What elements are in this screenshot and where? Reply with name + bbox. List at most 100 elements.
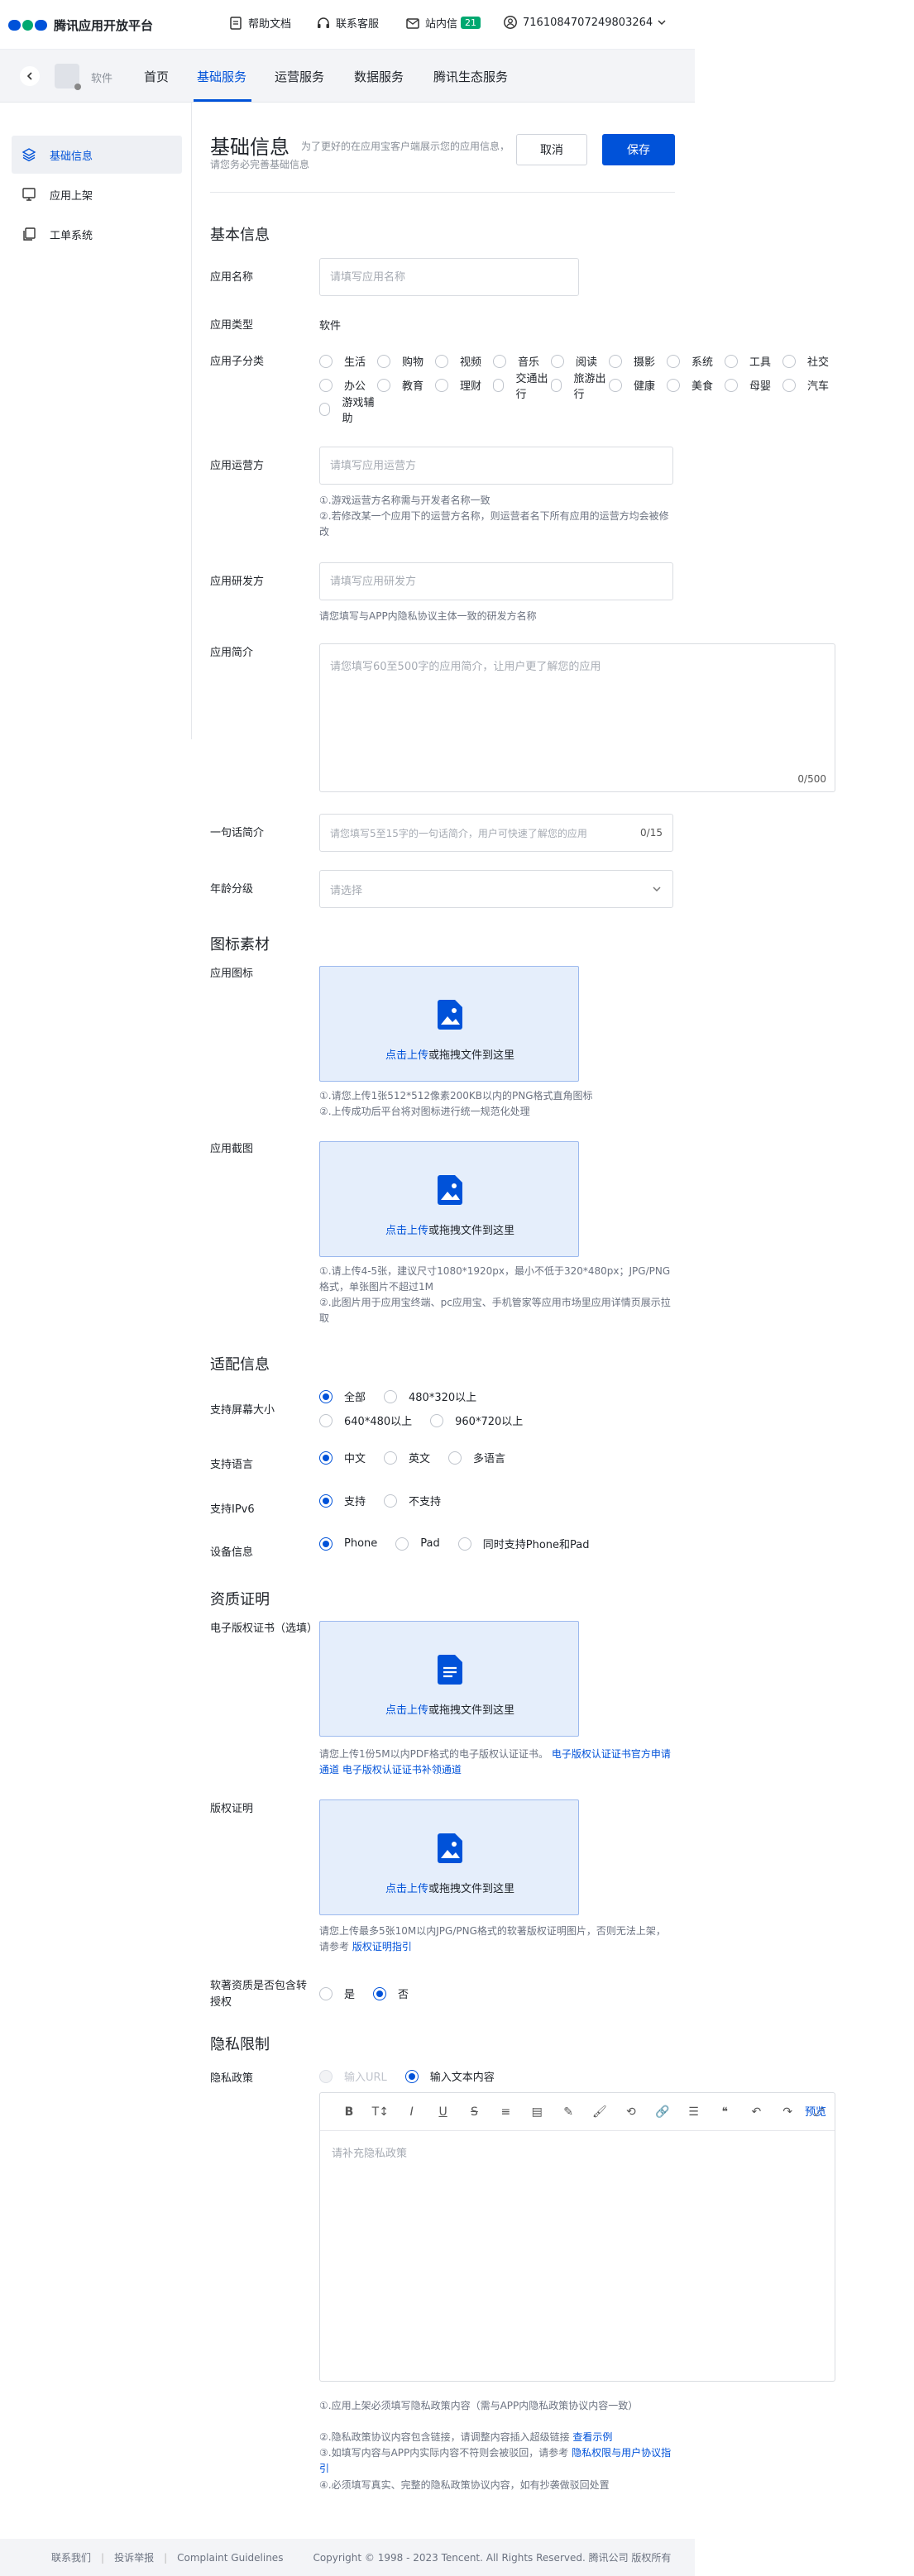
back-button[interactable] bbox=[20, 66, 40, 86]
privacy-editor[interactable]: B T↕ I U S ≡ ▤ ✎ 🖌 ⟲ 🔗 ☰ ❝ ↶ ↷ ⤢ 预览 请补充隐私政策 bbox=[319, 2092, 835, 2382]
upload-link[interactable]: 点击上传 bbox=[385, 1883, 428, 1895]
ecert-upload[interactable]: 点击上传或拖拽文件到这里 bbox=[319, 1621, 579, 1737]
tab-basic-services[interactable]: 基础服务 bbox=[197, 68, 246, 85]
undo-icon[interactable]: ↶ bbox=[740, 2102, 772, 2122]
view-example-link[interactable]: 查看示例 bbox=[572, 2431, 612, 2443]
age-rating-placeholder: 请选择 bbox=[330, 884, 363, 897]
help-docs-link[interactable]: 帮助文档 bbox=[228, 15, 291, 31]
report-link[interactable]: 投诉举报 bbox=[114, 2550, 154, 2564]
subcategory-option-label: 旅游出行 bbox=[573, 372, 606, 401]
screen-size-option[interactable]: 960*720以上 bbox=[430, 1408, 523, 1432]
subcategory-option[interactable]: 交通出行 bbox=[493, 373, 551, 401]
redo-icon[interactable]: ↷ bbox=[772, 2102, 803, 2122]
sidebar-item-ticket-system[interactable]: 工单系统 bbox=[12, 215, 182, 253]
contact-link[interactable]: 联系我们 bbox=[51, 2550, 91, 2564]
device-option-label: Pad bbox=[420, 1537, 440, 1550]
tab-operation-services[interactable]: 运营服务 bbox=[275, 68, 324, 85]
guidelines-link[interactable]: Complaint Guidelines bbox=[177, 2552, 283, 2564]
screen-size-option[interactable]: 全部 bbox=[319, 1384, 366, 1408]
subcategory-option[interactable]: 生活 bbox=[319, 349, 377, 373]
app-icon-upload[interactable]: 点击上传或拖拽文件到这里 bbox=[319, 966, 579, 1082]
copyright-hint: 请您上传最多5张10M以内JPG/PNG格式的软著版权证明图片，否则无法上架，请… bbox=[319, 1925, 666, 1952]
italic-icon[interactable]: I bbox=[396, 2102, 428, 2122]
font-size-icon[interactable]: T↕ bbox=[365, 2102, 396, 2122]
subcategory-option[interactable]: 健康 bbox=[609, 373, 667, 397]
page-subtitle: 为了更好的在应用宝客户端展示您的应用信息，请您务必完善基础信息 bbox=[210, 141, 510, 170]
account-menu[interactable]: 7161084707249803264 bbox=[503, 15, 672, 30]
device-option[interactable]: 同时支持Phone和Pad bbox=[457, 1532, 590, 1556]
age-rating-select[interactable]: 请选择 bbox=[319, 870, 673, 908]
sidebar-item-basic-info[interactable]: 基础信息 bbox=[12, 136, 182, 174]
screenshot-upload[interactable]: 点击上传或拖拽文件到这里 bbox=[319, 1141, 579, 1257]
subcategory-option[interactable]: 旅游出行 bbox=[551, 373, 609, 401]
align-icon[interactable]: ☰ bbox=[678, 2102, 710, 2122]
tab-home[interactable]: 首页 bbox=[144, 68, 169, 85]
subcategory-option[interactable]: 理财 bbox=[435, 373, 493, 397]
radio-circle-icon bbox=[395, 1537, 409, 1551]
logo[interactable]: 腾讯应用开放平台 bbox=[8, 17, 153, 34]
paint-brush-icon[interactable]: 🖌 bbox=[584, 2102, 615, 2122]
language-option[interactable]: 英文 bbox=[384, 1446, 430, 1470]
screen-size-option[interactable]: 480*320以上 bbox=[384, 1384, 476, 1408]
subcategory-option[interactable]: 教育 bbox=[377, 373, 435, 397]
bold-icon[interactable]: B bbox=[333, 2102, 365, 2122]
underline-icon[interactable]: U bbox=[428, 2102, 459, 2122]
list-icon[interactable]: ▤ bbox=[521, 2102, 553, 2122]
subcategory-option[interactable]: 购物 bbox=[377, 349, 435, 373]
device-option[interactable]: Pad bbox=[395, 1532, 440, 1556]
sublicense-option[interactable]: 否 bbox=[373, 1981, 409, 2005]
subcategory-option[interactable]: 游戏辅助 bbox=[319, 397, 377, 425]
copyright-upload[interactable]: 点击上传或拖拽文件到这里 bbox=[319, 1799, 579, 1915]
oneline-input[interactable]: 请您填写5至15字的一句话简介，用户可快速了解您的应用 0/15 bbox=[319, 814, 673, 852]
quote-icon[interactable]: ❝ bbox=[710, 2102, 741, 2122]
chevron-down-icon bbox=[653, 887, 661, 892]
editor-placeholder: 请补充隐私政策 bbox=[332, 2148, 408, 2160]
subcategory-option[interactable]: 社交 bbox=[782, 349, 840, 373]
operator-input[interactable] bbox=[319, 447, 673, 485]
subcategory-option[interactable]: 美食 bbox=[667, 373, 725, 397]
copyright-guide-link[interactable]: 版权证明指引 bbox=[352, 1941, 412, 1952]
screen-size-radio-group: 全部 480*320以上 640*480以上 960*720以上 bbox=[319, 1384, 601, 1432]
cancel-button[interactable]: 取消 bbox=[516, 134, 587, 165]
messages-link[interactable]: 站内信 21 bbox=[405, 15, 481, 31]
save-button[interactable]: 保存 bbox=[602, 134, 675, 165]
device-option[interactable]: Phone bbox=[319, 1532, 377, 1556]
privacy-mode-option[interactable]: 输入URL bbox=[319, 2064, 387, 2088]
radio-circle-icon bbox=[667, 354, 680, 368]
intro-textarea[interactable]: 请您填写60至500字的应用简介，让用户更了解您的应用 0/500 bbox=[319, 643, 835, 792]
sublicense-option[interactable]: 是 bbox=[319, 1981, 355, 2005]
ipv6-option[interactable]: 支持 bbox=[319, 1489, 366, 1513]
link-icon[interactable]: 🔗 bbox=[647, 2102, 678, 2122]
preview-button[interactable]: 预览 bbox=[805, 2103, 826, 2119]
subcategory-option[interactable]: 汽车 bbox=[782, 373, 840, 397]
oneline-label: 一句话简介 bbox=[210, 827, 265, 839]
language-option[interactable]: 多语言 bbox=[448, 1446, 505, 1470]
upload-link[interactable]: 点击上传 bbox=[385, 1049, 428, 1062]
sidebar-item-app-listing[interactable]: 应用上架 bbox=[12, 175, 182, 213]
subcategory-option[interactable]: 系统 bbox=[667, 349, 725, 373]
ipv6-option[interactable]: 不支持 bbox=[384, 1489, 441, 1513]
developer-input[interactable] bbox=[319, 562, 673, 600]
subcategory-option[interactable]: 工具 bbox=[725, 349, 782, 373]
radio-circle-icon bbox=[319, 1450, 333, 1465]
customer-service-link[interactable]: 联系客服 bbox=[316, 15, 379, 31]
subcategory-option[interactable]: 摄影 bbox=[609, 349, 667, 373]
indent-icon[interactable]: ≡ bbox=[490, 2102, 521, 2122]
device-label: 设备信息 bbox=[210, 1546, 254, 1559]
strikethrough-icon[interactable]: S bbox=[459, 2102, 490, 2122]
subcategory-option[interactable]: 视频 bbox=[435, 349, 493, 373]
operator-label: 应用运营方 bbox=[210, 460, 265, 472]
upload-text: 点击上传或拖拽文件到这里 bbox=[385, 1704, 515, 1717]
privacy-mode-option[interactable]: 输入文本内容 bbox=[404, 2064, 495, 2088]
tab-data-services[interactable]: 数据服务 bbox=[354, 68, 404, 85]
upload-link[interactable]: 点击上传 bbox=[385, 1704, 428, 1717]
screen-size-option[interactable]: 640*480以上 bbox=[319, 1408, 412, 1432]
clear-format-icon[interactable]: ⟲ bbox=[615, 2102, 647, 2122]
tab-tencent-ecosystem[interactable]: 腾讯生态服务 bbox=[433, 68, 508, 85]
app-name-input[interactable] bbox=[319, 258, 579, 296]
ecert-reissue-link[interactable]: 电子版权认证证书补领通道 bbox=[342, 1764, 462, 1775]
subcategory-option[interactable]: 母婴 bbox=[725, 373, 782, 397]
language-option[interactable]: 中文 bbox=[319, 1446, 366, 1470]
highlight-icon[interactable]: ✎ bbox=[553, 2102, 584, 2122]
upload-link[interactable]: 点击上传 bbox=[385, 1225, 428, 1237]
